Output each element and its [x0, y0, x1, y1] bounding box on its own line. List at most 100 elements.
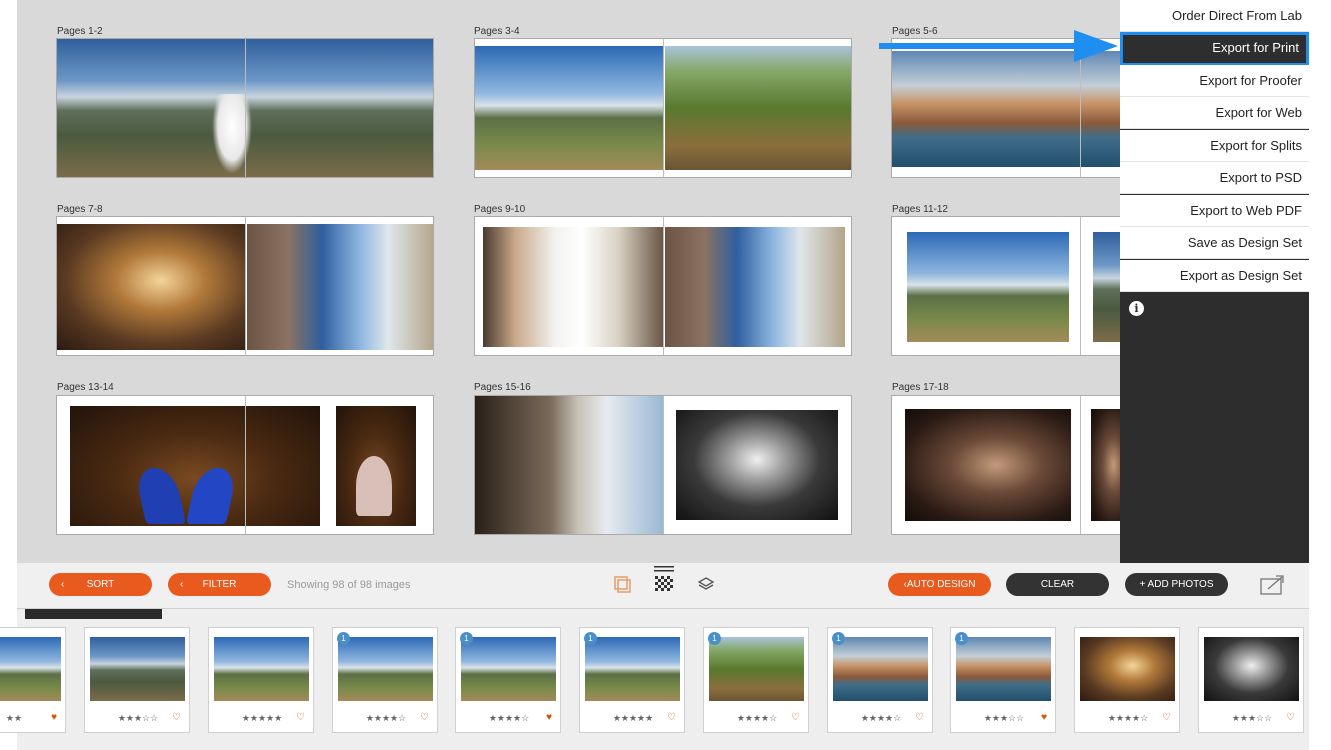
album-spread[interactable] [474, 38, 852, 178]
right-margin [1309, 0, 1331, 750]
copy-photos-icon[interactable] [613, 575, 633, 595]
menu-item-export-for-web[interactable]: Export for Web [1120, 97, 1309, 129]
chevron-left-icon: ‹ [180, 579, 184, 590]
spread-photo [907, 232, 1069, 342]
favorite-heart-icon[interactable]: ♡ [420, 712, 429, 723]
usage-count-badge: 1 [832, 632, 845, 645]
spread-label: Pages 9-10 [474, 204, 526, 215]
photo-thumbnail[interactable]: ★★★★☆ ♡ [1074, 627, 1180, 733]
photo-thumbnail[interactable]: 1 ★★★☆☆ ♥ [950, 627, 1056, 733]
photo-thumbnail[interactable]: ★★★☆☆ ♡ [1198, 627, 1304, 733]
photo-thumbnail[interactable]: 1 ★★★★☆ ♡ [827, 627, 933, 733]
menu-item-export-for-proofer[interactable]: Export for Proofer [1120, 65, 1309, 97]
thumbnail-image [90, 637, 185, 701]
thumbnail-image [1204, 637, 1299, 701]
couple-figure [212, 94, 252, 174]
spread-photo [1091, 409, 1120, 521]
favorite-heart-icon[interactable]: ♥ [546, 712, 552, 723]
album-spread[interactable] [56, 38, 434, 178]
clear-button[interactable]: CLEAR [1006, 573, 1109, 596]
album-workspace: Pages 1-2 Pages 3-4 Pages 5-6 Pages 7-8 … [17, 0, 1120, 563]
sort-label: SORT [86, 579, 115, 590]
photo-thumbnail[interactable]: ★★★☆☆ ♡ [84, 627, 190, 733]
thumbnail-image [1080, 637, 1175, 701]
photo-thumbnail[interactable]: 1 ★★★★☆ ♡ [332, 627, 438, 733]
photo-thumbnail[interactable]: ★★ ♥ [0, 627, 66, 733]
sort-button[interactable]: ‹ SORT [49, 573, 152, 596]
share-export-icon[interactable] [1260, 574, 1286, 596]
favorite-heart-icon[interactable]: ♡ [791, 712, 800, 723]
album-spread[interactable] [474, 216, 852, 356]
album-spread[interactable] [56, 395, 434, 535]
favorite-heart-icon[interactable]: ♡ [1286, 712, 1295, 723]
blue-shoe [134, 468, 186, 524]
page-divider [663, 396, 664, 534]
auto-design-button[interactable]: ‹AUTO DESIGN [888, 573, 991, 596]
image-count-text: Showing 98 of 98 images [287, 579, 411, 591]
spread-label: Pages 15-16 [474, 382, 531, 393]
filmstrip-scrollbar[interactable] [25, 609, 162, 619]
album-spread[interactable] [474, 395, 852, 535]
photo-thumbnail[interactable]: ★★★★★ ♡ [208, 627, 314, 733]
add-photos-button[interactable]: + ADD PHOTOS [1125, 573, 1228, 596]
spread-photo [483, 227, 663, 347]
favorite-heart-icon[interactable]: ♡ [172, 712, 181, 723]
spread-photo [665, 227, 845, 347]
favorite-heart-icon[interactable]: ♡ [1162, 712, 1171, 723]
page-divider [1080, 217, 1081, 355]
spread-label: Pages 7-8 [57, 204, 103, 215]
thumbnail-image [0, 637, 61, 701]
thumbnail-image [461, 637, 556, 701]
grid-view-icon[interactable] [654, 566, 674, 596]
spread-label: Pages 1-2 [57, 26, 103, 37]
blue-shoe [186, 468, 238, 524]
thumbnail-image [214, 637, 309, 701]
album-spread[interactable] [56, 216, 434, 356]
favorite-heart-icon[interactable]: ♡ [296, 712, 305, 723]
menu-item-save-as-design-set[interactable]: Save as Design Set [1120, 227, 1309, 259]
usage-count-badge: 1 [708, 632, 721, 645]
favorite-heart-icon[interactable]: ♥ [51, 712, 57, 723]
layers-icon[interactable] [696, 575, 716, 595]
thumbnail-image [709, 637, 804, 701]
favorite-heart-icon[interactable]: ♥ [1041, 712, 1047, 723]
menu-item-export-to-psd[interactable]: Export to PSD [1120, 162, 1309, 194]
photo-thumbnail[interactable]: 1 ★★★★☆ ♥ [455, 627, 561, 733]
spread-label: Pages 13-14 [57, 382, 114, 393]
spread-photo [1093, 232, 1120, 342]
favorite-heart-icon[interactable]: ♡ [667, 712, 676, 723]
page-divider [1080, 396, 1081, 534]
auto-design-label: AUTO DESIGN [906, 579, 976, 590]
album-spread[interactable] [891, 216, 1120, 356]
menu-item-order-direct-from-lab[interactable]: Order Direct From Lab [1120, 0, 1309, 32]
spread-photo [665, 46, 851, 170]
spread-photo [247, 224, 433, 350]
usage-count-badge: 1 [584, 632, 597, 645]
thumbnail-image [956, 637, 1051, 701]
favorite-heart-icon[interactable]: ♡ [915, 712, 924, 723]
page-divider [663, 217, 664, 355]
spread-label: Pages 5-6 [892, 26, 938, 37]
page-divider [245, 217, 246, 355]
menu-item-export-for-splits[interactable]: Export for Splits [1120, 130, 1309, 162]
photo-thumbnail[interactable]: 1 ★★★★☆ ♡ [703, 627, 809, 733]
photo-thumbnail[interactable]: 1 ★★★★★ ♡ [579, 627, 685, 733]
usage-count-badge: 1 [337, 632, 350, 645]
filter-label: FILTER [202, 579, 237, 590]
info-icon[interactable]: i [1129, 301, 1144, 316]
spread-photo [70, 406, 320, 526]
spread-photo [475, 46, 663, 170]
page-divider [663, 39, 664, 177]
export-menu: Order Direct From Lab Export for Print E… [1120, 0, 1309, 563]
menu-item-export-to-web-pdf[interactable]: Export to Web PDF [1120, 195, 1309, 227]
spread-label: Pages 11-12 [892, 204, 948, 215]
thumbnail-image [585, 637, 680, 701]
album-spread[interactable] [891, 395, 1120, 535]
filter-button[interactable]: ‹ FILTER [168, 573, 271, 596]
menu-item-export-for-print[interactable]: Export for Print [1120, 32, 1309, 66]
star-rating[interactable]: ★★ [0, 713, 29, 724]
page-divider [245, 39, 246, 177]
menu-item-export-as-design-set[interactable]: Export as Design Set [1120, 260, 1309, 292]
thumbnail-image [833, 637, 928, 701]
spread-label: Pages 3-4 [474, 26, 520, 37]
